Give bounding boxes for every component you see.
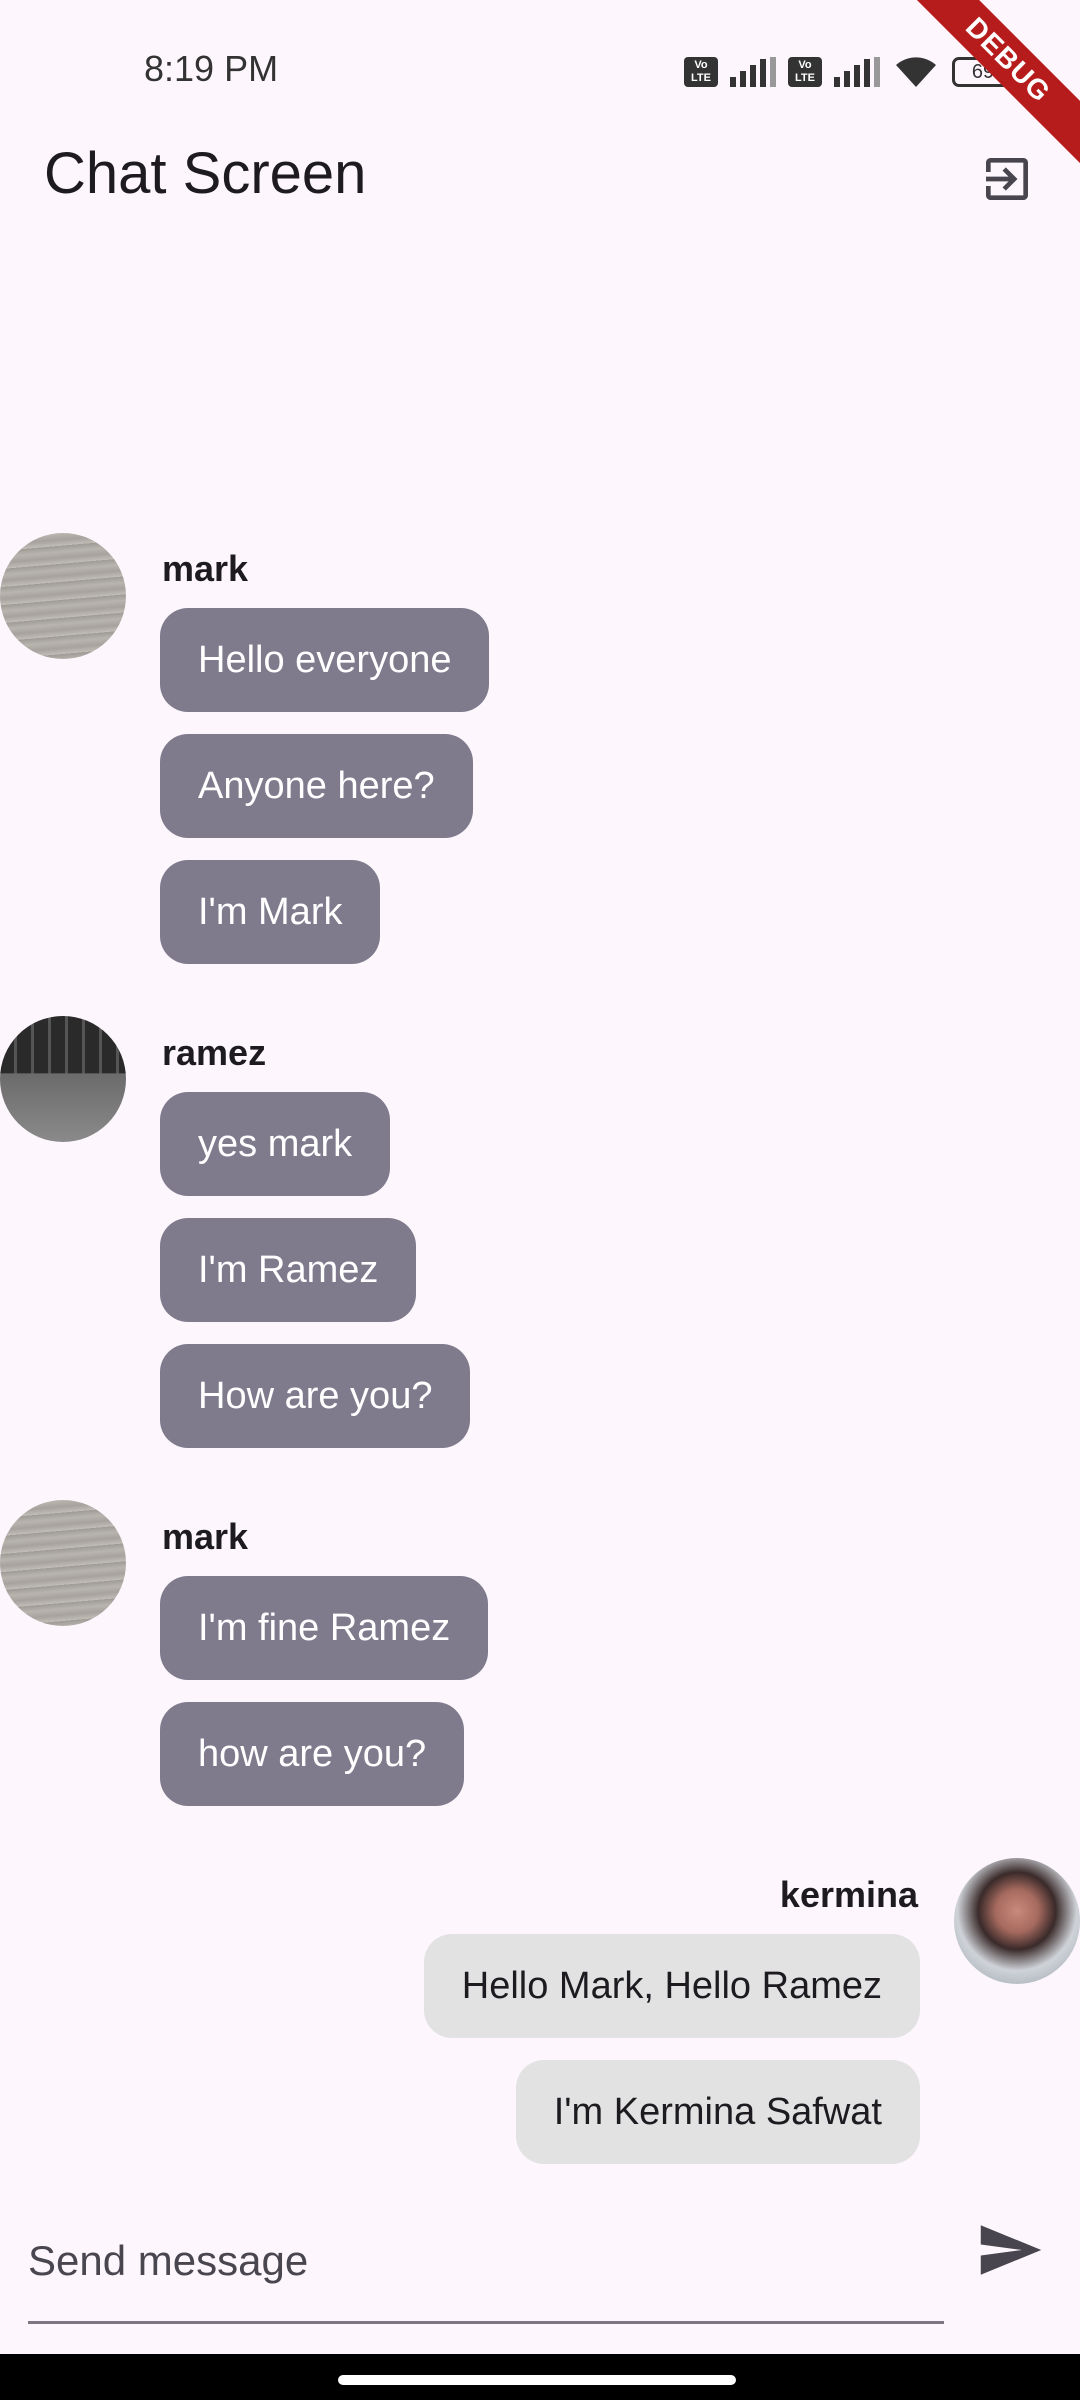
message-bubble: I'm fine Ramez: [160, 1576, 489, 1680]
sender-name: mark: [162, 548, 249, 589]
avatar: [0, 533, 126, 659]
message-bubble: Hello Mark, Hello Ramez: [423, 1934, 920, 2038]
message-bubble: Anyone here?: [160, 734, 473, 838]
signal-icon: [834, 57, 880, 87]
logout-button[interactable]: [976, 148, 1038, 210]
chat-screen: 8:19 PM Vo LTE Vo LTE 69 DEBUG Chat Screen…: [0, 0, 1080, 2400]
message-bubble: How are you?: [160, 1344, 471, 1448]
message-input[interactable]: [28, 2200, 944, 2324]
send-button[interactable]: [978, 2222, 1044, 2278]
message-bubble: Hello everyone: [160, 608, 490, 712]
avatar: [0, 1016, 126, 1142]
status-icons: Vo LTE Vo LTE 69: [684, 52, 1019, 92]
wifi-icon: [896, 57, 936, 87]
sender-name: ramez: [162, 1032, 267, 1073]
status-bar: 8:19 PM Vo LTE Vo LTE 69: [0, 0, 1080, 140]
message-bubble: how are you?: [160, 1702, 465, 1806]
message-bubble: I'm Ramez: [160, 1218, 417, 1322]
avatar: [954, 1858, 1080, 1984]
status-time: 8:19 PM: [144, 48, 279, 89]
logout-icon: [986, 158, 1028, 200]
volte-icon: Vo LTE: [788, 57, 822, 87]
sender-name: mark: [162, 1516, 249, 1557]
volte-icon: Vo LTE: [684, 57, 718, 87]
avatar: [0, 1500, 126, 1626]
page-title: Chat Screen: [44, 141, 367, 206]
message-bubble: yes mark: [160, 1092, 391, 1196]
signal-icon: [730, 57, 776, 87]
sender-name: kermina: [779, 1874, 918, 1915]
message-bubble: I'm Kermina Safwat: [515, 2060, 920, 2164]
home-indicator[interactable]: [338, 2375, 736, 2385]
message-bubble: I'm Mark: [160, 860, 381, 964]
send-icon: [980, 2225, 1042, 2275]
